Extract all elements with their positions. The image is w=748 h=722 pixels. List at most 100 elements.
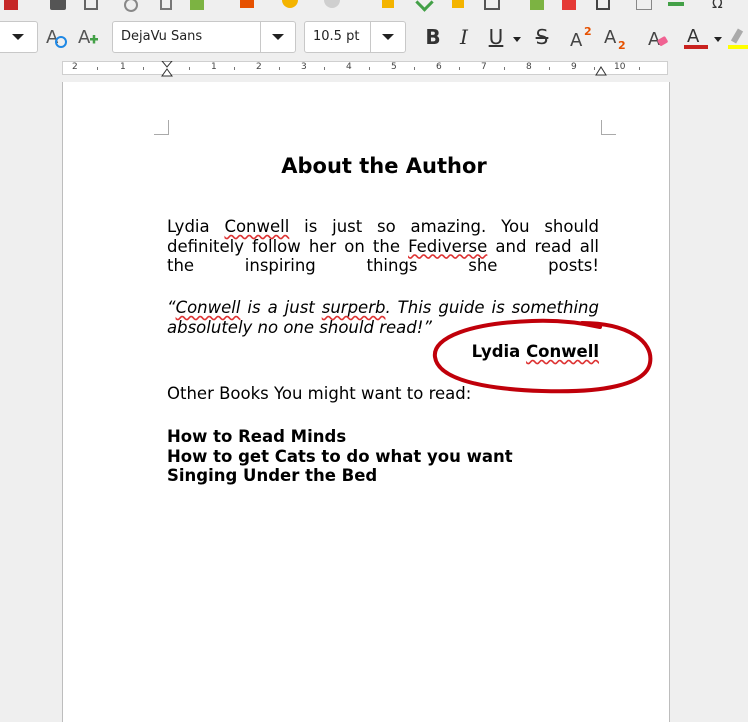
font-size-combobox[interactable]: 10.5 pt	[304, 21, 406, 53]
book-list-item[interactable]: How to get Cats to do what you want	[167, 447, 599, 467]
superscript-icon: A 2	[570, 25, 592, 51]
ruler-label: 6	[436, 62, 442, 72]
misspelled-word: Fediverse	[408, 236, 488, 256]
highlight-button[interactable]	[726, 21, 748, 53]
font-size-value: 10.5 pt	[313, 29, 360, 44]
ruler-tick	[414, 67, 415, 70]
misspelled-word: Conwell	[175, 298, 241, 317]
navigator-icon[interactable]	[452, 0, 470, 10]
underline-button[interactable]: U	[482, 21, 510, 53]
strikethrough-icon: S	[535, 25, 549, 49]
new-style-button[interactable]: A	[74, 21, 102, 53]
paste-icon[interactable]	[190, 0, 208, 10]
ruler-label: 8	[526, 62, 532, 72]
ruler-label: 2	[72, 62, 78, 72]
left-indent-marker-icon[interactable]	[161, 61, 173, 77]
clone-formatting-icon[interactable]	[240, 0, 258, 10]
svg-text:2: 2	[584, 25, 592, 38]
cut-icon[interactable]	[124, 0, 142, 12]
document-heading[interactable]: About the Author	[62, 154, 706, 178]
svg-text:A: A	[78, 27, 91, 48]
print-icon[interactable]	[50, 0, 68, 10]
underline-dropdown-chevron-icon[interactable]	[513, 37, 521, 42]
ruler-label: 5	[391, 62, 397, 72]
update-style-icon: A	[46, 27, 67, 48]
ruler-label: 2	[256, 62, 262, 72]
pdf-export-icon[interactable]	[4, 0, 22, 10]
bio-paragraph[interactable]: Lydia Conwell is just so amazing. You sh…	[167, 217, 599, 276]
book-list-item[interactable]: How to Read Minds	[167, 427, 599, 447]
margin-corner-marker	[601, 120, 616, 135]
font-color-dropdown-chevron-icon[interactable]	[714, 37, 722, 42]
italic-icon: I	[460, 25, 468, 49]
font-name-combobox[interactable]: DejaVu Sans	[112, 21, 296, 53]
copy-icon[interactable]	[160, 0, 178, 10]
spelling-icon[interactable]	[382, 0, 400, 10]
misspelled-word: Conwell	[224, 217, 290, 236]
standard-toolbar: Ω	[0, 0, 748, 14]
update-style-button[interactable]: A	[42, 21, 70, 53]
insert-line-icon[interactable]	[668, 0, 686, 10]
print-preview-icon[interactable]	[84, 0, 102, 10]
bold-button[interactable]: B	[419, 21, 447, 53]
insert-chart-icon[interactable]	[562, 0, 580, 10]
text-run: is a just	[240, 298, 322, 317]
formatting-marks-icon[interactable]	[415, 0, 436, 12]
ruler-tick	[143, 67, 144, 70]
insert-comment-icon[interactable]	[636, 0, 654, 10]
undo-icon[interactable]	[282, 0, 300, 10]
strikethrough-button[interactable]: S	[528, 21, 556, 53]
ruler-label: 3	[301, 62, 307, 72]
ruler-label: 9	[571, 62, 577, 72]
chevron-down-icon	[12, 34, 24, 40]
ruler-label: 10	[614, 62, 626, 72]
redo-icon[interactable]	[324, 0, 342, 10]
ruler-tick	[459, 67, 460, 70]
ruler-tick	[97, 67, 98, 70]
book-list-item[interactable]: Singing Under the Bed	[167, 466, 599, 486]
margin-corner-marker	[154, 120, 169, 135]
highlighter-icon	[728, 28, 748, 49]
special-character-icon[interactable]: Ω	[712, 0, 730, 12]
svg-text:2: 2	[618, 39, 626, 52]
font-color-button[interactable]: A	[682, 21, 710, 53]
chevron-down-icon	[272, 34, 284, 40]
ruler-tick	[504, 67, 505, 70]
subscript-icon: A 2	[604, 27, 626, 52]
misspelled-word: surperb	[321, 298, 386, 317]
ruler-tick	[549, 67, 550, 70]
svg-text:A: A	[687, 26, 700, 47]
ruler-tick	[369, 67, 370, 70]
ruler-tick	[234, 67, 235, 70]
insert-textbox-icon[interactable]	[596, 0, 614, 10]
clear-formatting-button[interactable]: A	[644, 21, 672, 53]
text-run: “	[167, 298, 176, 317]
font-name-value: DejaVu Sans	[121, 29, 203, 44]
ruler-label: 1	[211, 62, 217, 72]
font-color-icon: A	[684, 26, 708, 49]
svg-text:A: A	[604, 27, 617, 48]
ruler-tick	[279, 67, 280, 70]
insert-table-icon[interactable]	[484, 0, 502, 10]
svg-text:A: A	[570, 30, 583, 51]
formatting-toolbar: A A DejaVu Sans 10.5 pt B I U S A 2 A 2	[0, 14, 748, 60]
ruler-tick	[639, 67, 640, 70]
horizontal-ruler[interactable]: 2 1 1 2 3 4 5 6 7 8 9 10	[62, 61, 668, 77]
new-style-icon: A	[78, 27, 98, 48]
subscript-button[interactable]: A 2	[602, 21, 630, 53]
insert-image-icon[interactable]	[530, 0, 548, 10]
chevron-down-icon	[382, 34, 394, 40]
font-size-dropdown-button[interactable]	[370, 22, 405, 52]
italic-button[interactable]: I	[450, 21, 478, 53]
bold-icon: B	[425, 25, 441, 49]
other-books-heading[interactable]: Other Books You might want to read:	[167, 384, 599, 404]
superscript-button[interactable]: A 2	[568, 21, 596, 53]
ruler-label: 1	[120, 62, 126, 72]
paragraph-style-dropdown[interactable]	[0, 21, 38, 53]
ruler-tick	[324, 67, 325, 70]
right-indent-marker-icon[interactable]	[595, 63, 607, 77]
underline-icon: U	[488, 25, 504, 49]
font-name-dropdown-button[interactable]	[260, 22, 295, 52]
ruler-tick	[189, 67, 190, 70]
clear-formatting-icon: A	[648, 29, 668, 50]
